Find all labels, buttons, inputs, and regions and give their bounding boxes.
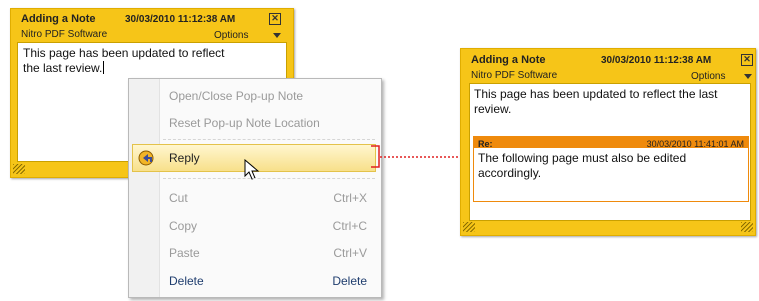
note-author: Nitro PDF Software	[471, 70, 558, 81]
options-button[interactable]: Options	[214, 30, 248, 41]
resize-grip-icon[interactable]	[13, 164, 25, 174]
menu-item-reset-popup-location[interactable]: Reset Pop-up Note Location	[169, 116, 320, 130]
note-date: 30/03/2010 11:12:38 AM	[125, 14, 236, 25]
chevron-down-icon[interactable]	[273, 33, 281, 38]
note-body-line: the last review.	[23, 61, 105, 75]
menu-shortcut-copy: Ctrl+C	[332, 219, 367, 233]
menu-item-copy[interactable]: Copy	[169, 219, 197, 233]
reply-body-line: The following page must also be edited	[478, 151, 687, 165]
reply-date: 30/03/2010 11:41:01 AM	[646, 139, 744, 149]
resize-grip-icon[interactable]	[463, 222, 475, 232]
menu-shortcut-paste: Ctrl+V	[333, 246, 367, 260]
menu-item-open-close-popup[interactable]: Open/Close Pop-up Note	[169, 89, 303, 103]
menu-item-reply-label: Reply	[169, 151, 200, 165]
menu-item-cut[interactable]: Cut	[169, 191, 188, 205]
menu-item-delete[interactable]: Delete	[169, 274, 204, 288]
note-date: 30/03/2010 11:12:38 AM	[601, 55, 712, 66]
close-icon[interactable]: ✕	[741, 54, 753, 66]
chevron-down-icon[interactable]	[744, 74, 752, 79]
text-cursor	[103, 61, 105, 74]
note-body-line: This page has been updated to reflect th…	[474, 87, 718, 101]
options-button[interactable]: Options	[691, 71, 725, 82]
context-menu: Open/Close Pop-up Note Reset Pop-up Note…	[128, 78, 382, 298]
menu-icon-gutter	[129, 79, 160, 297]
resize-grip-icon[interactable]	[741, 222, 753, 232]
menu-shortcut-delete: Delete	[332, 274, 367, 288]
menu-shortcut-cut: Ctrl+X	[333, 191, 367, 205]
reply-header: Re: 30/03/2010 11:41:01 AM	[474, 137, 748, 149]
reply-label: Re:	[478, 139, 493, 149]
menu-separator	[163, 139, 375, 140]
reply-note[interactable]: Re: 30/03/2010 11:41:01 AM The following…	[473, 136, 749, 202]
close-icon[interactable]: ✕	[269, 13, 281, 25]
menu-separator	[163, 178, 375, 179]
reply-icon	[138, 150, 154, 166]
note-author: Nitro PDF Software	[21, 29, 108, 40]
note-title: Adding a Note	[21, 13, 96, 25]
note-body-line: This page has been updated to reflect	[23, 46, 225, 60]
note-title: Adding a Note	[471, 54, 546, 66]
menu-item-paste[interactable]: Paste	[169, 246, 200, 260]
reply-body-line: accordingly.	[478, 166, 542, 180]
popup-note-right[interactable]: Adding a Note 30/03/2010 11:12:38 AM ✕ N…	[460, 48, 756, 236]
note-body-line: review.	[474, 102, 512, 116]
note-body[interactable]: This page has been updated to reflect th…	[469, 83, 751, 221]
